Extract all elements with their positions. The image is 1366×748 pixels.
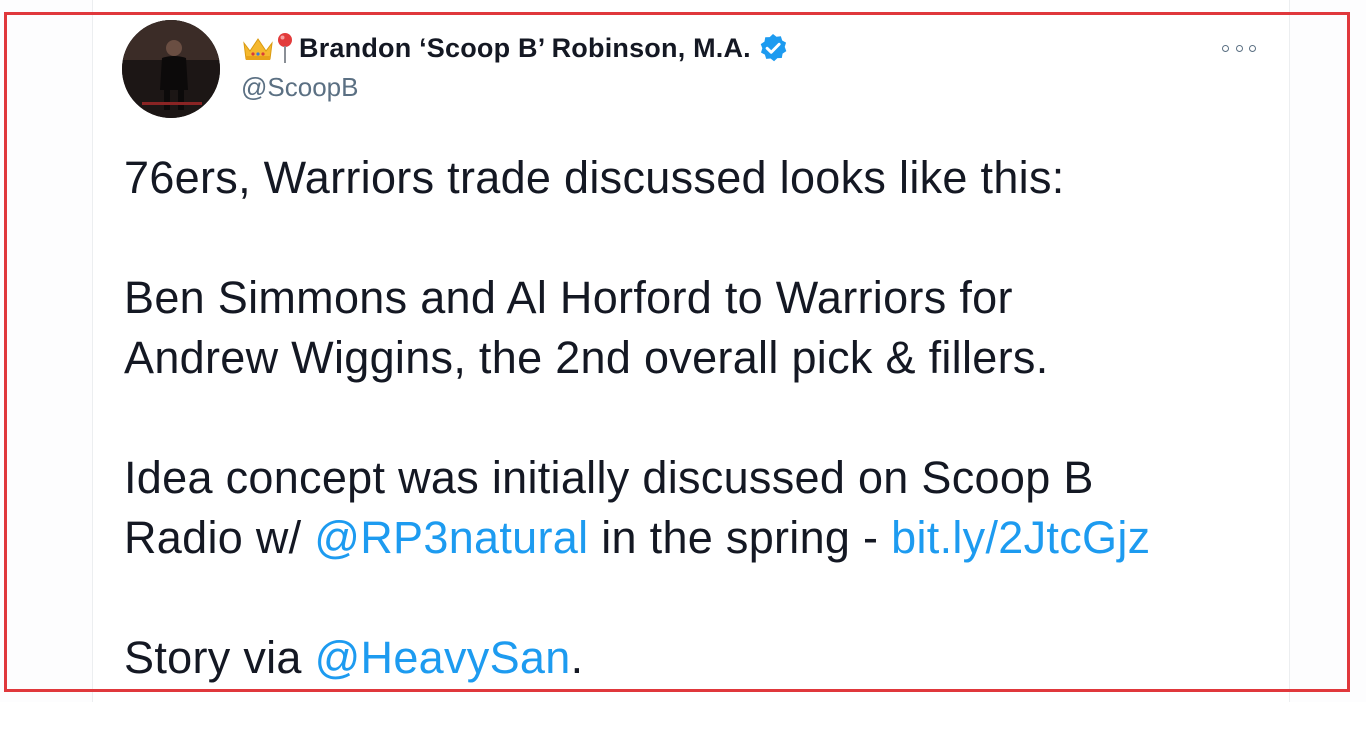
crown-icon [241, 33, 275, 63]
tweet-line: Story via @HeavySan. [124, 628, 1274, 688]
author-handle[interactable]: @ScoopB [241, 72, 1141, 103]
tweet-paragraph: Idea concept was initially discussed on … [124, 448, 1274, 568]
tweet-header: Brandon ‘Scoop B’ Robinson, M.A. @ScoopB [241, 28, 1141, 103]
author-display-name[interactable]: Brandon ‘Scoop B’ Robinson, M.A. [299, 33, 751, 64]
tweet-paragraph: Story via @HeavySan. [124, 628, 1274, 688]
avatar-photo [122, 20, 220, 118]
tweet-text-fragment: Story via [124, 632, 315, 683]
tweet-paragraph: Ben Simmons and Al Horford to Warriors f… [124, 268, 1274, 388]
more-options-icon[interactable] [1222, 40, 1256, 56]
tweet-line: Radio w/ @RP3natural in the spring - bit… [124, 508, 1274, 568]
url-link[interactable]: bit.ly/2JtcGjz [891, 512, 1150, 563]
mention-link[interactable]: @RP3natural [314, 512, 588, 563]
tweet-line: 76ers, Warriors trade discussed looks li… [124, 152, 1065, 203]
tweet-line: Andrew Wiggins, the 2nd overall pick & f… [124, 332, 1049, 383]
author-name-row[interactable]: Brandon ‘Scoop B’ Robinson, M.A. [241, 28, 1141, 68]
more-dot-icon [1222, 44, 1229, 52]
more-dot-icon [1235, 44, 1243, 52]
pin-icon [275, 31, 295, 65]
tweet-line: Ben Simmons and Al Horford to Warriors f… [124, 272, 1013, 323]
mention-link[interactable]: @HeavySan [315, 632, 571, 683]
more-dot-icon [1249, 44, 1256, 52]
tweet-text: 76ers, Warriors trade discussed looks li… [124, 148, 1274, 748]
tweet-paragraph: 76ers, Warriors trade discussed looks li… [124, 148, 1274, 208]
tweet-text-fragment: in the spring - [588, 512, 892, 563]
avatar[interactable] [122, 20, 220, 118]
tweet-text-fragment: Radio w/ [124, 512, 315, 563]
tweet-line: Idea concept was initially discussed on … [124, 452, 1094, 503]
tweet-text-fragment: . [570, 632, 584, 683]
verified-badge-icon [757, 32, 789, 64]
